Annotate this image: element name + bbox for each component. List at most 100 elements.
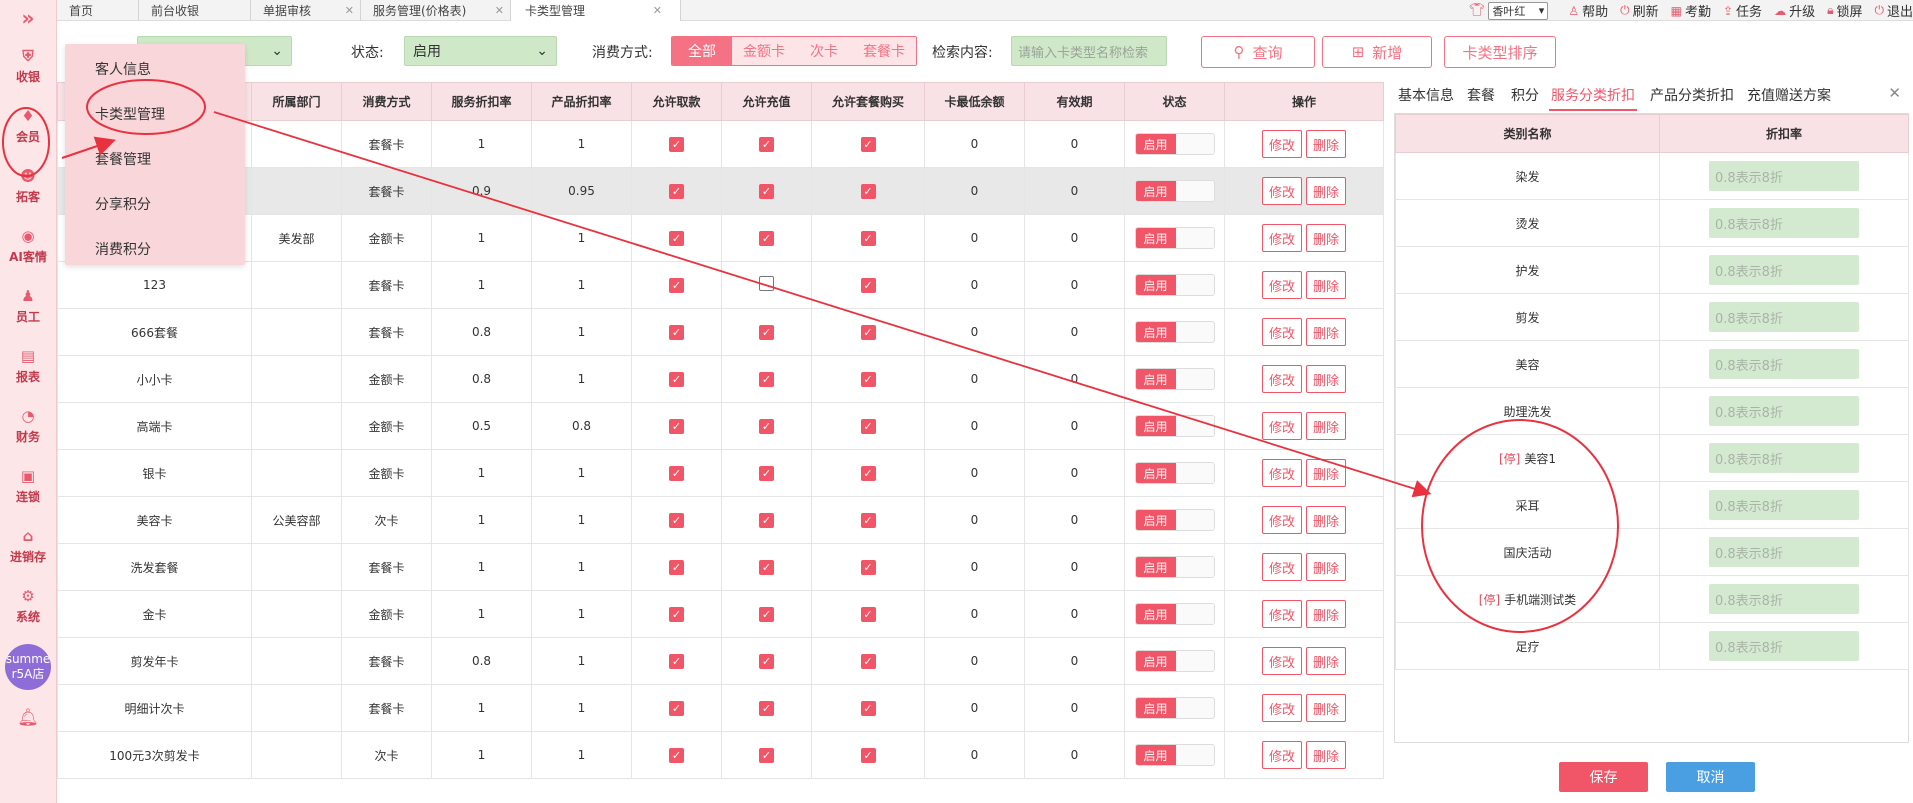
delete-button[interactable]: 删除: [1306, 412, 1347, 440]
status-toggle[interactable]: 启用: [1134, 556, 1215, 578]
close-icon[interactable]: ✕: [1888, 84, 1901, 102]
pkg-checkbox[interactable]: ✓: [860, 183, 876, 199]
table-row[interactable]: 剪发年卡 套餐卡 0.8 1 ✓ ✓ ✓ 0 0 启用 修改 删除: [57, 637, 1384, 685]
close-icon[interactable]: ✕: [653, 4, 662, 17]
store-avatar[interactable]: summer5A店: [5, 644, 51, 690]
table-row[interactable]: 666套餐 套餐卡 0.8 1 ✓ ✓ ✓ 0 0 启用 修改 删除: [57, 308, 1384, 356]
pkg-checkbox[interactable]: ✓: [860, 700, 876, 716]
recharge-checkbox[interactable]: ✓: [759, 559, 774, 575]
delete-button[interactable]: 删除: [1306, 506, 1347, 534]
save-button[interactable]: 保存: [1559, 762, 1648, 792]
status-toggle[interactable]: 启用: [1134, 133, 1215, 155]
panel-tab-basic[interactable]: 基本信息: [1398, 85, 1454, 105]
edit-button[interactable]: 修改: [1261, 506, 1302, 534]
tab-service-price[interactable]: 服务管理(价格表) ✕: [361, 0, 511, 21]
withdraw-checkbox[interactable]: ✓: [669, 371, 684, 387]
delete-button[interactable]: 删除: [1306, 224, 1347, 252]
rate-input[interactable]: 0.8表示8折: [1709, 349, 1859, 379]
edit-button[interactable]: 修改: [1261, 271, 1302, 299]
query-button[interactable]: ⚲ 查询: [1201, 36, 1315, 68]
consume-amount[interactable]: 金额卡: [732, 37, 796, 65]
rate-input[interactable]: 0.8表示8折: [1709, 161, 1859, 191]
delete-button[interactable]: 删除: [1306, 600, 1347, 628]
menu-item-4[interactable]: 消费积分: [65, 226, 245, 271]
expand-icon[interactable]: »: [0, 0, 56, 36]
table-row[interactable]: 小小卡 金额卡 0.8 1 ✓ ✓ ✓ 0 0 启用 修改 删除: [57, 355, 1384, 403]
recharge-checkbox[interactable]: ✓: [759, 371, 774, 387]
withdraw-checkbox[interactable]: ✓: [669, 653, 684, 669]
delete-button[interactable]: 删除: [1306, 365, 1347, 393]
panel-tab-points[interactable]: 积分: [1511, 85, 1539, 105]
table-row[interactable]: 金卡 金额卡 1 1 ✓ ✓ ✓ 0 0 启用 修改 删除: [57, 590, 1384, 638]
delete-button[interactable]: 删除: [1306, 694, 1347, 722]
pkg-checkbox[interactable]: ✓: [860, 418, 876, 434]
status-toggle[interactable]: 启用: [1134, 415, 1215, 437]
delete-button[interactable]: 删除: [1306, 318, 1347, 346]
sidebar-item-1[interactable]: ♦ 会员: [0, 96, 56, 156]
edit-button[interactable]: 修改: [1261, 459, 1302, 487]
lock-button[interactable]: 🔒︎ 锁屏: [1827, 1, 1862, 20]
pkg-checkbox[interactable]: ✓: [860, 606, 876, 622]
status-toggle[interactable]: 启用: [1134, 368, 1215, 390]
sidebar-item-6[interactable]: ◔ 财务: [0, 396, 56, 456]
status-toggle[interactable]: 启用: [1134, 603, 1215, 625]
status-toggle[interactable]: 启用: [1134, 227, 1215, 249]
status-toggle[interactable]: 启用: [1134, 650, 1215, 672]
table-row[interactable]: 100元3次剪发卡 次卡 1 1 ✓ ✓ ✓ 0 0 启用 修改 删除: [57, 731, 1384, 779]
edit-button[interactable]: 修改: [1261, 224, 1302, 252]
cancel-button[interactable]: 取消: [1666, 762, 1755, 792]
withdraw-checkbox[interactable]: ✓: [669, 136, 684, 152]
withdraw-checkbox[interactable]: ✓: [669, 183, 684, 199]
withdraw-checkbox[interactable]: ✓: [669, 512, 684, 528]
table-row[interactable]: 美发部 金额卡 1 1 ✓ ✓ ✓ 0 0 启用 修改 删除: [57, 214, 1384, 262]
withdraw-checkbox[interactable]: ✓: [669, 418, 684, 434]
tab-card-type[interactable]: 卡类型管理 ✕: [511, 0, 681, 21]
delete-button[interactable]: 删除: [1306, 741, 1347, 769]
recharge-checkbox[interactable]: ✓: [759, 606, 774, 622]
recharge-checkbox[interactable]: ✓: [759, 183, 774, 199]
attendance-button[interactable]: ▦ 考勤: [1671, 1, 1711, 21]
recharge-checkbox[interactable]: ✓: [759, 512, 774, 528]
status-toggle[interactable]: 启用: [1134, 744, 1215, 766]
consume-times[interactable]: 次卡: [796, 37, 852, 65]
refresh-button[interactable]: ⏻ 刷新: [1620, 1, 1659, 20]
pkg-checkbox[interactable]: ✓: [860, 747, 876, 763]
table-row[interactable]: 洗发套餐 套餐卡 1 1 ✓ ✓ ✓ 0 0 启用 修改 删除: [57, 543, 1384, 591]
theme-select[interactable]: 香叶红 ▾: [1488, 1, 1549, 20]
tab-cashier[interactable]: 前台收银: [139, 0, 251, 21]
sidebar-item-8[interactable]: ⌂ 进销存: [0, 516, 56, 576]
task-button[interactable]: ⇪ 任务: [1723, 1, 1762, 21]
status-toggle[interactable]: 启用: [1134, 462, 1215, 484]
withdraw-checkbox[interactable]: ✓: [669, 465, 684, 481]
table-row[interactable]: 明细计次卡 套餐卡 1 1 ✓ ✓ ✓ 0 0 启用 修改 删除: [57, 684, 1384, 732]
sidebar-item-2[interactable]: ☻ 拓客: [0, 156, 56, 216]
menu-item-0[interactable]: 客人信息: [65, 46, 245, 91]
sidebar-item-0[interactable]: ⛨ 收银: [0, 36, 56, 96]
withdraw-checkbox[interactable]: ✓: [669, 230, 684, 246]
edit-button[interactable]: 修改: [1261, 694, 1302, 722]
table-row[interactable]: 套餐卡 0.9 0.95 ✓ ✓ ✓ 0 0 启用 修改 删除: [57, 167, 1384, 215]
consume-package[interactable]: 套餐卡: [852, 37, 916, 65]
status-toggle[interactable]: 启用: [1134, 274, 1215, 296]
pkg-checkbox[interactable]: ✓: [860, 465, 876, 481]
recharge-checkbox[interactable]: [759, 276, 774, 291]
withdraw-checkbox[interactable]: ✓: [669, 747, 684, 763]
tab-audit[interactable]: 单据审核 ✕: [251, 0, 361, 21]
edit-button[interactable]: 修改: [1261, 647, 1302, 675]
edit-button[interactable]: 修改: [1261, 412, 1302, 440]
table-row[interactable]: 高端卡 金额卡 0.5 0.8 ✓ ✓ ✓ 0 0 启用 修改 删除: [57, 402, 1384, 450]
pkg-checkbox[interactable]: ✓: [860, 324, 876, 340]
rate-input[interactable]: 0.8表示8折: [1709, 584, 1859, 614]
recharge-checkbox[interactable]: ✓: [759, 418, 774, 434]
table-row[interactable]: 123 套餐卡 1 1 ✓ ✓ 0 0 启用 修改 删除: [57, 261, 1384, 309]
pkg-checkbox[interactable]: ✓: [860, 371, 876, 387]
status-toggle[interactable]: 启用: [1134, 321, 1215, 343]
edit-button[interactable]: 修改: [1261, 130, 1302, 158]
delete-button[interactable]: 删除: [1306, 647, 1347, 675]
status-toggle[interactable]: 启用: [1134, 180, 1215, 202]
table-row[interactable]: 银卡 金额卡 1 1 ✓ ✓ ✓ 0 0 启用 修改 删除: [57, 449, 1384, 497]
edit-button[interactable]: 修改: [1261, 318, 1302, 346]
pkg-checkbox[interactable]: ✓: [860, 559, 876, 575]
edit-button[interactable]: 修改: [1261, 741, 1302, 769]
recharge-checkbox[interactable]: ✓: [759, 230, 774, 246]
